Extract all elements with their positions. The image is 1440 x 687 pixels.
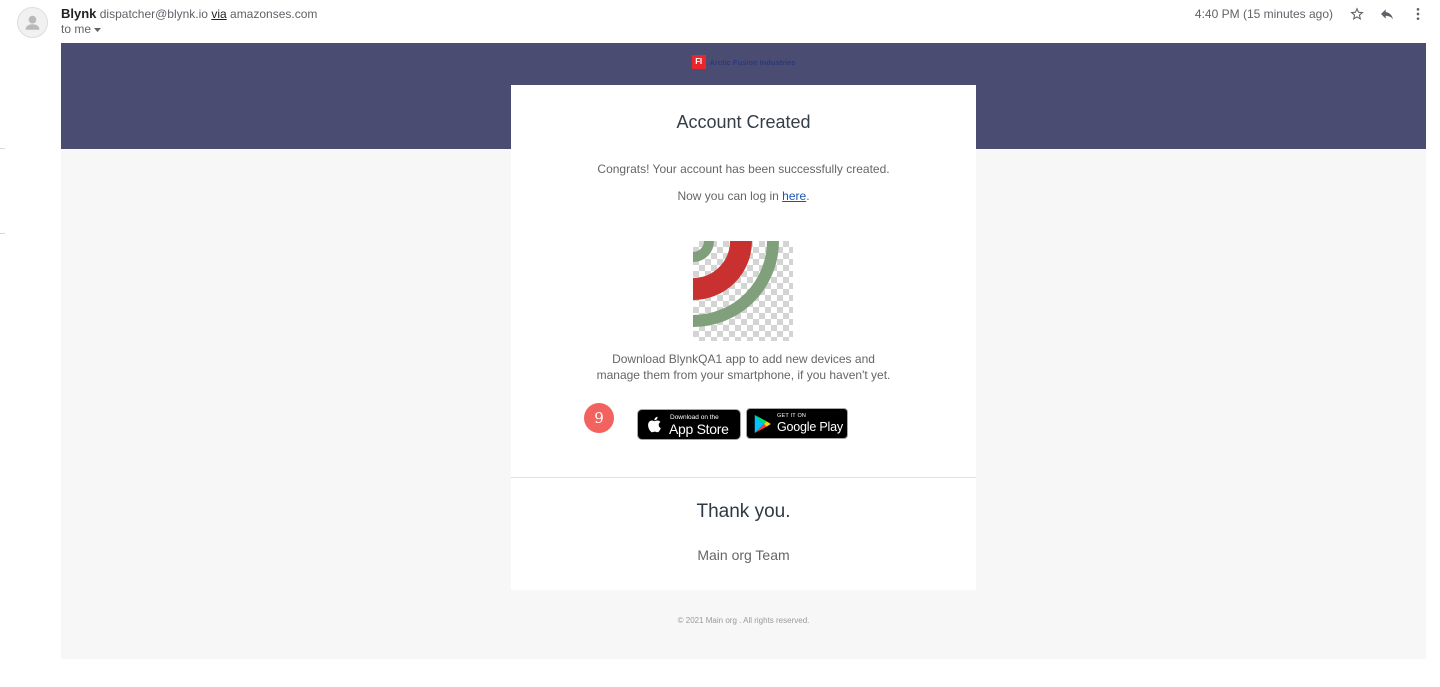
reply-button[interactable] [1379,6,1395,22]
google-play-name: Google Play [777,420,843,434]
left-edge-divider [0,148,5,149]
sender-email: dispatcher@blynk.io [99,7,208,21]
step-marker: 9 [584,403,614,433]
reply-icon [1381,9,1393,20]
app-store-button[interactable]: Download on the App Store [637,409,741,440]
login-message: Now you can log in here. [511,188,976,204]
content-card: Account Created Congrats! Your account h… [511,85,976,590]
sender-avatar [17,7,48,38]
login-suffix: . [806,189,810,203]
star-button[interactable] [1349,6,1365,22]
download-message: Download BlynkQA1 app to add new devices… [511,351,976,383]
login-link[interactable]: here [782,189,806,203]
card-divider [511,477,976,478]
app-store-caption: Download on the [670,414,719,421]
team-signature: Main org Team [697,547,790,563]
recipient-label: to me [61,22,92,36]
footer-copyright: © 2021 Main org . All rights reserved. [677,616,810,625]
thank-you-heading: Thank you. [696,501,791,522]
via-link[interactable]: via [211,7,226,21]
logo-mark: FI [691,55,706,69]
google-play-caption: GET IT ON [777,413,807,419]
caret-down-icon [94,27,102,32]
google-play-button[interactable]: GET IT ON Google Play [746,408,848,439]
app-store-name: App Store [669,421,729,437]
card-title: Account Created [676,112,811,132]
person-icon [25,15,40,30]
message-timestamp: 4:40 PM (15 minutes ago) [1194,7,1333,21]
login-prefix: Now you can log in [677,189,783,203]
sender-domain: amazonses.com [230,7,318,21]
star-icon [1350,7,1364,20]
recipient-toggle[interactable]: to me [61,21,102,37]
signal-arcs-graphic [693,241,779,327]
more-vert-icon [1416,8,1420,20]
email-body: FI Arctic Fusion Industries Account Crea… [61,43,1426,659]
more-options-button[interactable] [1410,6,1426,22]
download-line: Download BlynkQA1 app to add new devices… [612,352,875,366]
middle-arc [693,241,752,300]
logo-text: Arctic Fusion Industries [709,57,796,67]
apple-icon [648,416,661,433]
sender-name: Blynk [61,6,97,21]
company-logo: FI Arctic Fusion Industries [61,55,1426,69]
download-line: manage them from your smartphone, if you… [596,368,891,382]
left-edge-divider [0,233,5,234]
google-play-icon [754,415,771,433]
inner-arc [693,241,714,262]
congrats-message: Congrats! Your account has been successf… [597,162,890,176]
app-icon-image [693,241,793,341]
